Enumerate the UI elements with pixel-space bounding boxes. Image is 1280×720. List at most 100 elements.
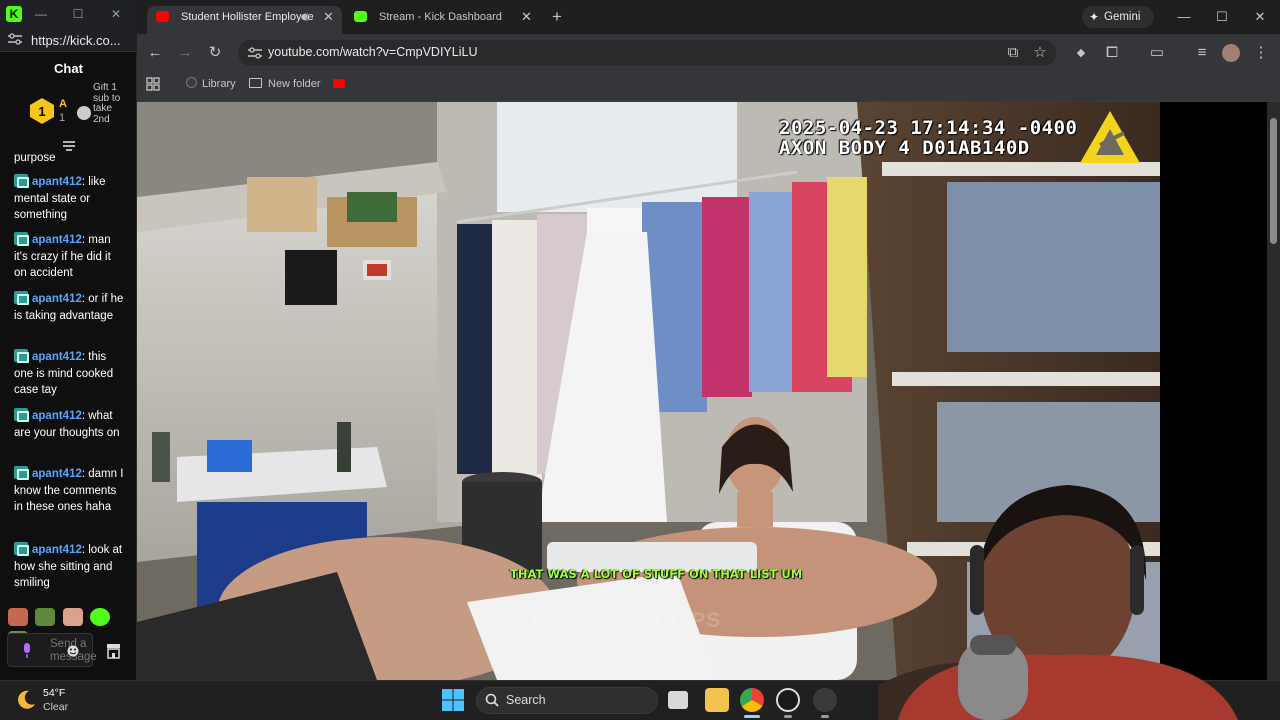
- bookmark-library[interactable]: Library: [186, 77, 236, 91]
- moon-weather-icon[interactable]: [14, 688, 38, 712]
- chat-header: Chat: [54, 61, 83, 76]
- gemini-sparkle-icon: ✦: [1089, 10, 1100, 24]
- obs-icon[interactable]: [776, 688, 800, 712]
- bodycam-device-id: AXON BODY 4 D01AB140D: [779, 137, 1030, 159]
- url-text[interactable]: youtube.com/watch?v=CmpVDIYLiLU: [268, 45, 477, 59]
- active-app-indicator: [744, 715, 760, 718]
- task-view-icon[interactable]: [668, 691, 688, 709]
- bookmark-label: Library: [202, 78, 236, 90]
- gift-sub-text[interactable]: Gift 1 sub to take 2nd: [93, 83, 123, 139]
- kick-icon: [354, 11, 367, 22]
- chat-username[interactable]: apant412: [32, 351, 82, 363]
- browser-maximize-icon[interactable]: ☐: [1204, 6, 1240, 28]
- chat-user-badge-icon: [14, 466, 29, 480]
- tab-close-icon[interactable]: ✕: [521, 6, 532, 28]
- more-menu-icon[interactable]: ⋮: [1252, 44, 1270, 62]
- app-indicator: [821, 715, 829, 718]
- chat-user-badge-icon: [14, 408, 29, 422]
- scrollbar-thumb[interactable]: [1270, 118, 1277, 244]
- chat-message: apant412: damn I know the comments in th…: [14, 466, 126, 516]
- circle-icon: [186, 77, 197, 88]
- chat-user-badge-icon: [14, 542, 29, 556]
- chat-url[interactable]: https://kick.co...: [31, 33, 121, 48]
- chat-username[interactable]: apant412: [32, 234, 82, 246]
- chat-message: apant412: this one is mind cooked case t…: [14, 349, 126, 399]
- profile-avatar[interactable]: [1222, 44, 1240, 62]
- new-tab-button[interactable]: +: [548, 6, 566, 28]
- app-indicator: [784, 715, 792, 718]
- back-icon[interactable]: ←: [146, 44, 164, 62]
- chat-username[interactable]: apant412: [32, 468, 82, 480]
- sub-rank-letter: A: [59, 98, 67, 110]
- tab-title: Stream - Kick Dashboard: [379, 11, 502, 23]
- app-icon[interactable]: [813, 688, 837, 712]
- chat-username[interactable]: apant412: [32, 544, 82, 556]
- chat-message: apant412: look at how she sitting and sm…: [14, 542, 126, 592]
- tab-title: Student Hollister Employee: [181, 11, 314, 23]
- extensions-puzzle-icon[interactable]: ⧠: [1103, 44, 1121, 62]
- maximize-icon[interactable]: ☐: [68, 0, 88, 28]
- chat-user-badge-icon: [14, 232, 29, 246]
- streamer-webcam: [878, 485, 1238, 720]
- forward-icon[interactable]: →: [176, 44, 194, 62]
- tab-close-icon[interactable]: ✕: [323, 6, 334, 28]
- taskbar-search-box[interactable]: [476, 687, 658, 714]
- kick-logo-icon: K: [6, 6, 22, 22]
- chat-user-badge-icon: [14, 174, 29, 188]
- emote-icon[interactable]: [8, 608, 28, 626]
- emote-bar: [8, 608, 133, 649]
- gift-icon[interactable]: [77, 106, 91, 120]
- reload-icon[interactable]: ↻: [206, 44, 224, 62]
- emote-icon[interactable]: [62, 608, 83, 626]
- search-icon: [485, 693, 499, 707]
- channel-watermark: BODYCAM CLIPS: [532, 609, 722, 632]
- chat-message-text: purpose: [14, 152, 56, 164]
- emoji-icon[interactable]: [67, 645, 79, 657]
- site-info-icon[interactable]: [248, 46, 262, 60]
- apps-grid-icon[interactable]: [146, 77, 160, 91]
- sub-rank-count: 1: [59, 112, 66, 124]
- minimize-icon[interactable]: —: [31, 0, 51, 28]
- microphone-icon[interactable]: [22, 643, 32, 659]
- sub-badge-number: 1: [38, 104, 45, 119]
- emote-icon[interactable]: [35, 608, 56, 626]
- close-icon[interactable]: ✕: [106, 0, 126, 28]
- chat-message: apant412: or if he is taking advantage: [14, 291, 126, 324]
- youtube-icon: [156, 11, 169, 22]
- search-label: Search: [506, 693, 546, 707]
- chat-message: apant412: like mental state or something: [14, 174, 126, 224]
- tab-kick-dashboard[interactable]: Stream - Kick Dashboard ✕: [345, 6, 540, 34]
- sub-badge-icon: 1: [30, 98, 54, 124]
- bookmark-star-icon[interactable]: ☆: [1031, 44, 1049, 62]
- tab-youtube-video[interactable]: Student Hollister Employee 🔊︎ ✕: [147, 6, 342, 34]
- browser-minimize-icon[interactable]: —: [1166, 6, 1202, 28]
- weather-temperature[interactable]: 54°F: [43, 687, 65, 699]
- bookmark-new-folder[interactable]: New folder: [249, 77, 321, 91]
- weather-condition[interactable]: Clear: [43, 701, 68, 713]
- browser-close-icon[interactable]: ✕: [1242, 6, 1278, 28]
- install-app-icon[interactable]: ⧉: [1004, 44, 1022, 62]
- emote-icon[interactable]: [90, 608, 111, 626]
- folder-icon: [249, 78, 262, 88]
- cast-icon[interactable]: ▭: [1148, 44, 1166, 62]
- chat-message: purpose: [14, 150, 126, 167]
- audio-playing-icon[interactable]: 🔊︎: [301, 6, 309, 28]
- chat-message: apant412: man it's crazy if he did it on…: [14, 232, 126, 282]
- chrome-icon[interactable]: [740, 688, 764, 712]
- chat-username[interactable]: apant412: [32, 293, 82, 305]
- media-controls-icon[interactable]: ≡: [1193, 44, 1211, 62]
- video-caption: THAT WAS A LOT OF STUFF ON THAT LIST UM: [510, 567, 803, 581]
- axon-logo-icon: [1080, 111, 1140, 163]
- youtube-bookmark-icon[interactable]: [333, 79, 345, 88]
- chat-user-badge-icon: [14, 349, 29, 363]
- chat-user-badge-icon: [14, 291, 29, 305]
- extension-diamond-icon[interactable]: ◆: [1072, 44, 1090, 62]
- chat-message: apant412: what are your thoughts on: [14, 408, 126, 441]
- chat-username[interactable]: apant412: [32, 410, 82, 422]
- store-icon[interactable]: [106, 643, 121, 659]
- bodycam-timestamp: 2025-04-23 17:14:34 -0400: [779, 117, 1078, 139]
- chat-username[interactable]: apant412: [32, 176, 82, 188]
- file-explorer-icon[interactable]: [705, 688, 729, 712]
- site-info-icon[interactable]: [8, 33, 22, 45]
- windows-start-icon[interactable]: [442, 689, 464, 711]
